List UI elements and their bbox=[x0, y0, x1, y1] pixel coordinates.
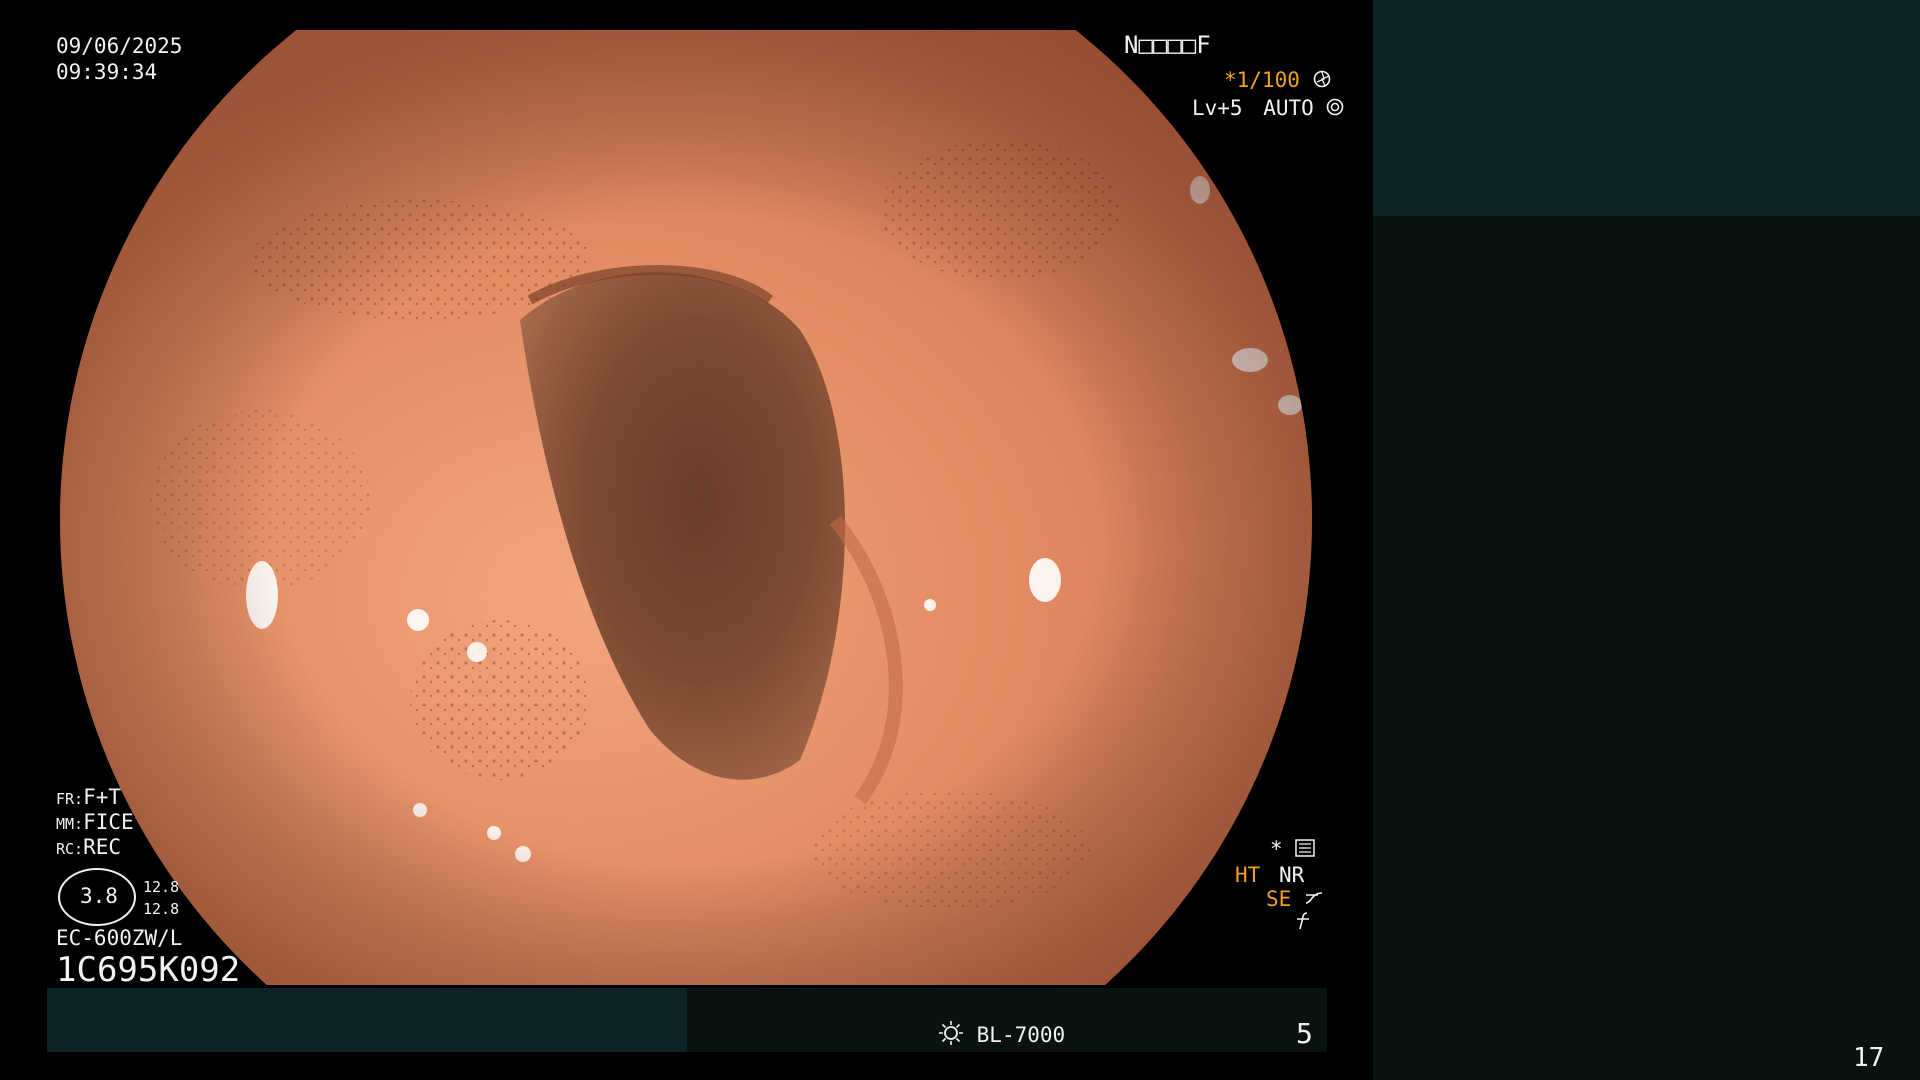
lamp-icon bbox=[938, 1020, 964, 1052]
endoscope-image bbox=[0, 0, 1372, 1080]
settings-row: * bbox=[1270, 836, 1316, 863]
status-bar-left bbox=[47, 988, 687, 1052]
exposure-text: AUTO bbox=[1263, 96, 1314, 120]
zoom-value: 3.8 bbox=[80, 884, 118, 908]
slide-number: 17 bbox=[1853, 1043, 1885, 1073]
time-text: 09:39:34 bbox=[56, 60, 158, 84]
se-row: SE bbox=[1266, 886, 1324, 913]
settings-icon bbox=[1295, 837, 1316, 863]
light-source-text: BL-7000 bbox=[976, 1023, 1066, 1047]
patient-code: N□□□□F bbox=[1124, 31, 1211, 59]
shutter-row: *1/100 bbox=[1224, 67, 1331, 94]
shutter-text: *1/100 bbox=[1224, 68, 1300, 92]
level-text: Lv+5 bbox=[1192, 96, 1243, 120]
f-icon bbox=[1293, 911, 1313, 937]
light-source-row: BL-7000 bbox=[938, 1020, 1065, 1052]
side-panel-bottom bbox=[1373, 216, 1920, 1080]
channel-number: 5 bbox=[1296, 1017, 1313, 1050]
side-panel-top bbox=[1373, 0, 1920, 216]
se-text: SE bbox=[1266, 887, 1292, 911]
marker-star: * bbox=[1270, 837, 1283, 861]
ht-text: HT bbox=[1235, 863, 1261, 887]
mm-value: FICE bbox=[83, 810, 134, 834]
fr-value: F+T bbox=[83, 785, 122, 809]
fr-label: FR: bbox=[56, 790, 84, 808]
fr-row: FR:F+T bbox=[56, 784, 121, 812]
date-text: 09/06/2025 bbox=[56, 34, 183, 58]
rc-row: RC:REC bbox=[56, 834, 121, 862]
rc-value: REC bbox=[83, 835, 122, 859]
mm-row: MM:FICE bbox=[56, 809, 134, 837]
mm-label: MM: bbox=[56, 815, 84, 833]
zoom-b: 12.8 bbox=[143, 900, 180, 918]
exposure-row: Lv+5 AUTO bbox=[1192, 95, 1344, 122]
ht-nr-row: HT NR bbox=[1235, 862, 1304, 888]
scope-serial: 1C695K092 bbox=[56, 950, 241, 990]
shutter-icon bbox=[1313, 68, 1331, 94]
rc-label: RC: bbox=[56, 840, 84, 858]
scope-model: EC-600ZW/L bbox=[56, 926, 183, 950]
auto-exposure-icon bbox=[1326, 96, 1344, 122]
nr-text: NR bbox=[1278, 863, 1305, 887]
f-indicator bbox=[1293, 910, 1313, 937]
